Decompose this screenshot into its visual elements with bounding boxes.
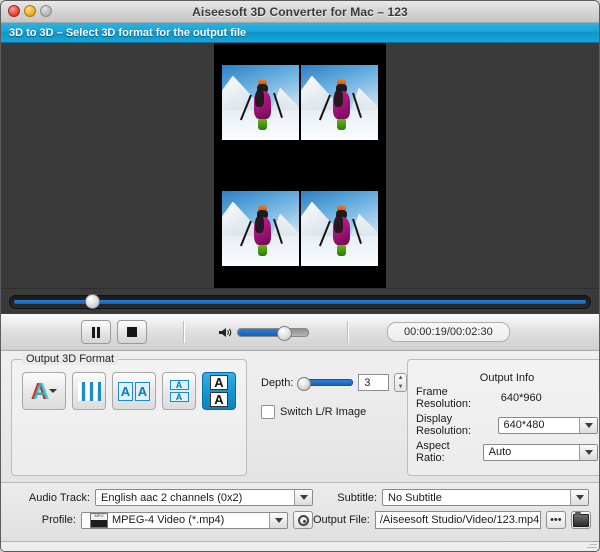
subtitle-value: No Subtitle (388, 491, 442, 504)
gear-icon (297, 514, 309, 526)
pause-button[interactable] (81, 320, 111, 344)
volume-slider[interactable] (237, 325, 309, 341)
stop-button[interactable] (117, 320, 147, 344)
output-file-input[interactable]: /Aiseesoft Studio/Video/123.mp4 (374, 511, 541, 529)
chevron-down-icon[interactable] (49, 389, 58, 393)
display-resolution-select[interactable]: 640*480 (497, 416, 599, 434)
output-file-row: Output File: /Aiseesoft Studio/Video/123… (313, 511, 591, 529)
depth-label: Depth: (261, 376, 294, 389)
preview-stage (214, 43, 386, 288)
depth-slider[interactable] (297, 377, 354, 391)
subtitle-label: Subtitle: (337, 491, 377, 504)
time-display: 00:00:19/00:02:30 (387, 322, 510, 342)
audio-track-select[interactable]: English aac 2 channels (0x2) (95, 489, 313, 506)
output-file-label: Output File: (313, 514, 370, 526)
step-banner: 3D to 3D – Select 3D format for the outp… (1, 23, 599, 43)
format-button-anaglyph[interactable]: A (22, 372, 66, 410)
seek-bar-area (1, 288, 599, 314)
output-info-title: Output Info (479, 372, 535, 384)
output-form: Audio Track: English aac 2 channels (0x2… (1, 483, 599, 542)
depth-controls: Depth: 3 ▲ ▼ Switch L/R Image (257, 359, 407, 476)
preview-frame-top-left (222, 65, 299, 140)
interlaced-icon (77, 381, 101, 401)
chevron-down-icon[interactable] (570, 490, 588, 505)
stepper-up-icon[interactable]: ▲ (395, 374, 406, 383)
action-bar: Back Convert (1, 542, 599, 551)
frame-resolution-label: Frame Resolution: (416, 386, 472, 410)
pause-icon (92, 326, 100, 338)
window-title: Aiseesoft 3D Converter for Mac – 123 (192, 4, 408, 19)
preview-row-bottom (222, 191, 378, 266)
title-bar: Aiseesoft 3D Converter for Mac – 123 (1, 1, 599, 23)
profile-select[interactable]: MPG MPEG-4 Video (*.mp4) (81, 511, 288, 529)
display-resolution-label: Display Resolution: (416, 413, 472, 437)
profile-value: MPEG-4 Video (*.mp4) (112, 514, 225, 526)
profile-row: Profile: MPG MPEG-4 Video (*.mp4) (11, 511, 313, 529)
chevron-down-icon[interactable] (579, 417, 598, 433)
top-bottom-half-icon: AA (169, 380, 189, 402)
zoom-button (40, 5, 52, 17)
output-3d-format-group: Output 3D Format A AA A A A A A (11, 353, 247, 476)
stop-icon (127, 327, 137, 337)
anaglyph-icon: A (31, 379, 49, 403)
output-3d-format-legend: Output 3D Format (22, 353, 119, 365)
depth-stepper[interactable]: ▲ ▼ (394, 373, 407, 392)
resize-grip[interactable] (585, 537, 597, 549)
switch-lr-label: Switch L/R Image (280, 406, 367, 418)
top-bottom-full-icon: AA (210, 375, 228, 407)
preview-frame-bottom-left (222, 191, 299, 266)
frame-resolution-value: 640*960 (500, 392, 542, 404)
aspect-ratio-row: Aspect Ratio: Auto (416, 440, 599, 464)
side-by-side-icon: AA (118, 381, 150, 401)
switch-lr-row[interactable]: Switch L/R Image (261, 405, 407, 419)
open-folder-button[interactable] (570, 511, 591, 529)
preview-frame-bottom-right (301, 191, 378, 266)
profile-label: Profile: (41, 514, 76, 526)
profile-format-icon: MPG (90, 512, 108, 528)
depth-value-input[interactable]: 3 (358, 374, 390, 391)
folder-icon (572, 511, 589, 527)
format-button-interlaced[interactable] (72, 372, 106, 410)
video-preview[interactable] (1, 43, 599, 288)
audio-track-label: Audio Track: (28, 491, 90, 504)
stepper-down-icon[interactable]: ▼ (395, 383, 406, 392)
depth-handle[interactable] (297, 377, 312, 391)
output-info-group: Output Info Frame Resolution: 640*960 Di… (407, 359, 599, 476)
display-resolution-row: Display Resolution: 640*480 (416, 413, 599, 437)
settings-panel: Output 3D Format A AA A A A A A Depth: 3… (1, 351, 599, 483)
frame-resolution-row: Frame Resolution: 640*960 (416, 386, 598, 410)
app-window: Aiseesoft 3D Converter for Mac – 123 3D … (0, 0, 600, 552)
transport-bar: 00:00:19/00:02:30 (1, 314, 599, 351)
switch-lr-checkbox[interactable] (261, 405, 275, 419)
speaker-icon (219, 327, 232, 337)
subtitle-row: Subtitle: No Subtitle (313, 489, 589, 506)
profile-settings-button[interactable] (293, 511, 313, 529)
format-button-side-by-side[interactable]: AA (112, 372, 156, 410)
chevron-down-icon[interactable] (294, 490, 312, 505)
seek-handle[interactable] (85, 294, 101, 309)
volume-control[interactable] (219, 325, 309, 341)
subtitle-select[interactable]: No Subtitle (382, 489, 589, 506)
divider (183, 321, 185, 343)
window-controls (8, 5, 52, 17)
volume-fill (238, 328, 280, 336)
display-resolution-value: 640*480 (503, 419, 545, 431)
chevron-down-icon[interactable] (579, 444, 598, 460)
volume-handle[interactable] (277, 325, 293, 341)
divider (347, 321, 349, 343)
audio-track-row: Audio Track: English aac 2 channels (0x2… (11, 489, 313, 506)
seek-slider[interactable] (9, 294, 591, 309)
chevron-down-icon[interactable] (269, 512, 287, 528)
browse-button[interactable]: ••• (545, 511, 566, 529)
format-button-top-bottom-half[interactable]: AA (162, 372, 196, 410)
preview-frame-top-right (301, 65, 378, 140)
format-button-top-bottom-full[interactable]: AA (202, 372, 236, 410)
aspect-ratio-value: Auto (488, 446, 512, 458)
aspect-ratio-select[interactable]: Auto (482, 443, 599, 461)
preview-row-top (222, 65, 378, 140)
audio-track-value: English aac 2 channels (0x2) (101, 491, 243, 504)
aspect-ratio-label: Aspect Ratio: (416, 440, 450, 464)
close-button[interactable] (8, 5, 20, 17)
minimize-button[interactable] (24, 5, 36, 17)
